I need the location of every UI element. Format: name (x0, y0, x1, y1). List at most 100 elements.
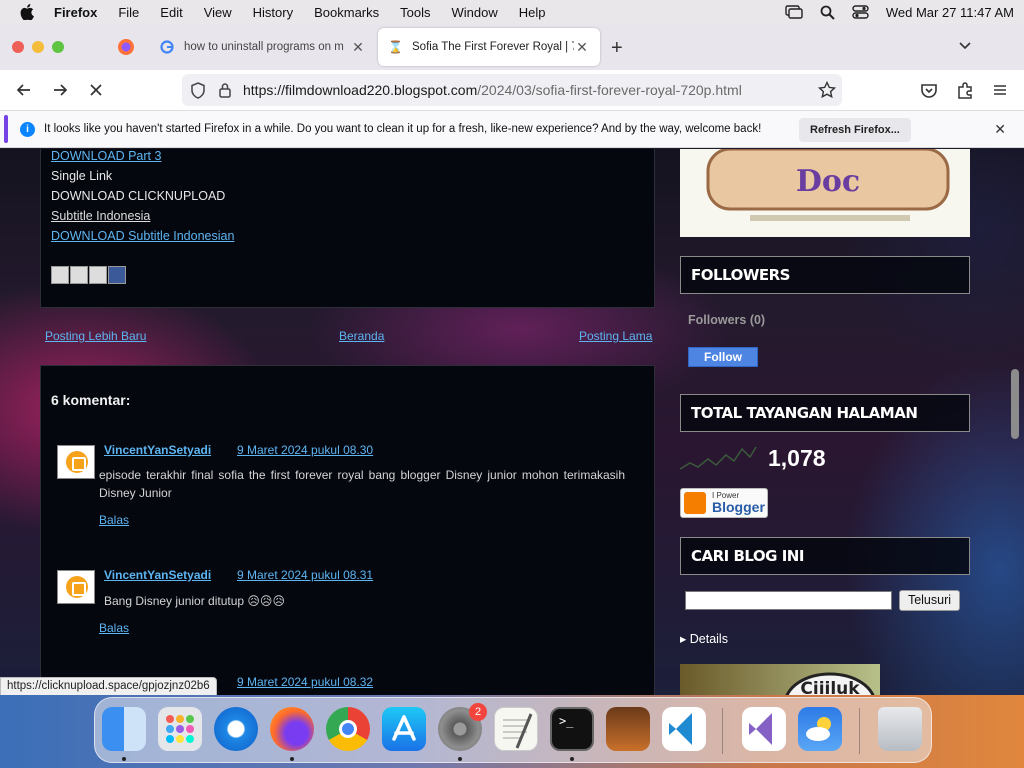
vscode-glyph (669, 713, 692, 745)
back-icon[interactable] (14, 80, 34, 100)
comment-author-link[interactable]: VincentYanSetyadi (104, 443, 211, 457)
menu-edit[interactable]: Edit (160, 5, 182, 20)
close-window-button[interactable] (12, 41, 24, 53)
apple-icon[interactable] (20, 4, 34, 20)
launchpad-grid (166, 715, 194, 743)
svg-text:Ciiiluk: Ciiiluk (800, 679, 860, 695)
share-facebook-icon[interactable] (108, 266, 126, 284)
app-store-icon[interactable] (382, 707, 426, 751)
tracking-protection-shield-icon[interactable] (190, 82, 206, 99)
menu-file[interactable]: File (118, 5, 139, 20)
reply-link[interactable]: Balas (99, 513, 129, 527)
address-bar[interactable]: https://filmdownload220.blogspot.com/202… (182, 74, 842, 106)
firefox-pinned-tab-icon[interactable] (117, 38, 135, 56)
comment-date-link[interactable]: 9 Maret 2024 pukul 08.32 (237, 675, 373, 689)
url-text[interactable]: https://filmdownload220.blogspot.com/202… (243, 82, 742, 98)
blogger-avatar-icon (66, 451, 88, 473)
menu-window[interactable]: Window (452, 5, 498, 20)
new-tab-icon[interactable]: + (611, 37, 623, 60)
tab-google-search[interactable]: how to uninstall programs on m ✕ (150, 28, 376, 66)
zoom-window-button[interactable] (52, 41, 64, 53)
terminal-prompt: >_ (559, 714, 574, 728)
download-subtitle-indonesian-link[interactable]: DOWNLOAD Subtitle Indonesian (51, 229, 234, 243)
menu-tools[interactable]: Tools (400, 5, 430, 20)
launchpad-icon[interactable] (158, 707, 202, 751)
menubar-clock[interactable]: Wed Mar 27 11:47 AM (886, 5, 1014, 20)
doc-mcstuffins-banner-image: Doc (680, 149, 970, 237)
newer-post-link[interactable]: Posting Lebih Baru (45, 329, 146, 343)
visual-studio-icon[interactable] (742, 707, 786, 751)
garageband-icon[interactable] (606, 707, 650, 751)
close-notification-icon[interactable]: ✕ (994, 121, 1006, 138)
comments-section: 6 komentar: VincentYanSetyadi 9 Maret 20… (40, 365, 655, 695)
list-all-tabs-icon[interactable] (958, 39, 972, 53)
menu-history[interactable]: History (253, 5, 293, 20)
extensions-puzzle-icon[interactable] (955, 80, 975, 100)
close-tab-icon[interactable]: ✕ (350, 39, 366, 56)
refresh-firefox-notification: i It looks like you haven't started Fire… (0, 110, 1024, 148)
details-disclosure[interactable]: ▸ Details (680, 631, 728, 646)
older-post-link[interactable]: Posting Lama (579, 329, 652, 343)
running-indicator (458, 757, 462, 761)
comment-author-link[interactable]: VincentYanSetyadi (104, 568, 211, 582)
google-icon (160, 40, 174, 54)
lock-icon[interactable] (218, 82, 232, 98)
notification-badge: 2 (469, 703, 487, 721)
macos-dock: 2 >_ (94, 697, 932, 763)
control-center-icon[interactable] (852, 5, 869, 19)
pageviews-sparkline (680, 446, 757, 470)
stop-loading-icon[interactable] (86, 80, 106, 100)
menu-bookmarks[interactable]: Bookmarks (314, 5, 379, 20)
comment-date-link[interactable]: 9 Maret 2024 pukul 08.30 (237, 443, 373, 457)
download-clicknupload-link[interactable]: DOWNLOAD CLICKNUPLOAD (51, 189, 225, 203)
powered-big-text: Blogger (712, 499, 765, 515)
share-blogger-icon[interactable] (70, 266, 88, 284)
minimize-window-button[interactable] (32, 41, 44, 53)
avatar[interactable] (57, 445, 95, 479)
powered-by-blogger-badge[interactable]: I Power Blogger (680, 488, 768, 518)
menu-app-firefox[interactable]: Firefox (54, 5, 97, 20)
safari-icon[interactable] (214, 707, 258, 751)
firefox-icon[interactable] (270, 707, 314, 751)
screen-mirror-icon[interactable] (785, 5, 803, 19)
comment-date-link[interactable]: 9 Maret 2024 pukul 08.31 (237, 568, 373, 582)
home-link[interactable]: Beranda (339, 329, 384, 343)
finder-icon[interactable] (102, 707, 146, 751)
page-scrollbar-thumb[interactable] (1011, 369, 1019, 439)
chrome-icon[interactable] (326, 707, 370, 751)
vscode-icon[interactable] (662, 707, 706, 751)
trash-icon[interactable] (878, 707, 922, 751)
terminal-icon[interactable]: >_ (550, 707, 594, 751)
forward-icon[interactable] (50, 80, 70, 100)
share-twitter-icon[interactable] (89, 266, 107, 284)
subtitle-indonesia-link[interactable]: Subtitle Indonesia (51, 209, 150, 223)
visual-studio-glyph (749, 713, 772, 745)
menu-view[interactable]: View (204, 5, 232, 20)
single-link-label: Single Link (51, 169, 113, 183)
blog-search-input[interactable] (685, 591, 892, 610)
blogger-logo-icon (684, 492, 706, 514)
running-indicator (122, 757, 126, 761)
comments-heading: 6 komentar: (51, 392, 131, 408)
reply-link[interactable]: Balas (99, 621, 129, 635)
search-submit-button[interactable]: Telusuri (899, 590, 960, 611)
hamburger-menu-icon[interactable] (990, 80, 1010, 100)
app-store-glyph (392, 715, 416, 741)
menu-help[interactable]: Help (519, 5, 546, 20)
notification-accent (4, 115, 8, 143)
share-email-icon[interactable] (51, 266, 69, 284)
loading-hourglass-icon: ⌛ (388, 40, 403, 54)
avatar[interactable] (57, 570, 95, 604)
spotlight-search-icon[interactable] (820, 5, 835, 20)
cijiluk-banner-image: Ciiiluk (680, 664, 880, 695)
weather-icon[interactable] (798, 707, 842, 751)
follow-button[interactable]: Follow (688, 347, 758, 367)
close-tab-icon[interactable]: ✕ (574, 39, 590, 56)
tab-sofia-blog[interactable]: ⌛ Sofia The First Forever Royal | 7 ✕ (378, 28, 600, 66)
cijiluk-art: Ciiiluk (785, 672, 875, 695)
pocket-icon[interactable] (919, 80, 939, 100)
refresh-firefox-button[interactable]: Refresh Firefox... (799, 118, 911, 142)
bookmark-star-icon[interactable] (818, 81, 836, 99)
textedit-icon[interactable] (494, 707, 538, 751)
download-part-3-link[interactable]: DOWNLOAD Part 3 (51, 149, 161, 163)
